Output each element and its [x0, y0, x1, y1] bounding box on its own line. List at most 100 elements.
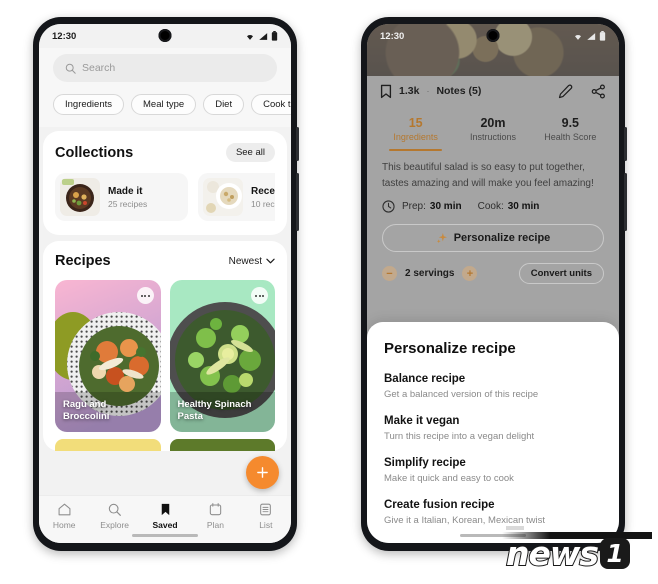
add-recipe-fab[interactable] — [246, 456, 279, 489]
plus-icon — [257, 467, 268, 478]
status-icons — [245, 31, 278, 41]
sparkle-icon — [436, 233, 447, 244]
recipe-card-peek[interactable] — [55, 439, 161, 451]
nav-item-list[interactable]: List — [241, 502, 291, 530]
option-title: Create fusion recipe — [384, 499, 495, 511]
stat-value: 9.5 — [561, 116, 580, 130]
phone-right: 12:30 1.3k · Notes (5) 15 Ingredients 20… — [361, 17, 627, 551]
option-subtitle: Make it quick and easy to cook — [384, 473, 514, 484]
decrease-servings-button[interactable]: − — [382, 266, 397, 281]
recipes-header: Recipes Newest — [55, 253, 275, 269]
tab-ingredients[interactable]: 15 Ingredients — [377, 116, 454, 151]
personalize-bottom-sheet: Personalize recipe Balance recipe Get a … — [367, 322, 619, 543]
recipes-grid: Ragu and Broccolini Healthy Spinach Past… — [55, 280, 275, 432]
gesture-bar[interactable] — [132, 534, 198, 537]
servings-value: 2 servings — [405, 268, 455, 279]
status-time: 12:30 — [52, 30, 77, 42]
more-options-icon[interactable] — [251, 287, 268, 304]
calendar-icon — [209, 503, 222, 516]
convert-units-button[interactable]: Convert units — [518, 263, 604, 284]
sort-dropdown[interactable]: Newest — [229, 256, 275, 267]
recipe-card-healthy-spinach-pasta[interactable]: Healthy Spinach Pasta — [169, 280, 275, 432]
separator-dot: · — [426, 86, 430, 96]
stat-label: Ingredients — [393, 132, 438, 142]
prep-time: Prep: 30 min — [402, 201, 462, 212]
cook-time: Cook: 30 min — [478, 201, 540, 212]
recipes-home-screen: 12:30 Search Ingredients Meal type Diet … — [39, 24, 291, 543]
collections-title: Collections — [55, 144, 134, 161]
nav-item-home[interactable]: Home — [39, 502, 89, 530]
nav-label: Saved — [152, 520, 178, 530]
screenshot-canvas: 12:30 Search Ingredients Meal type Diet … — [0, 0, 658, 584]
sheet-option-simplify-recipe[interactable]: Simplify recipe Make it quick and easy t… — [384, 457, 602, 484]
recipe-card-peek[interactable] — [169, 439, 275, 451]
search-placeholder: Search — [82, 62, 116, 74]
list-icon — [260, 503, 272, 516]
recipe-detail-screen: 12:30 1.3k · Notes (5) 15 Ingredients 20… — [367, 24, 619, 543]
recipe-card-title: Healthy Spinach Pasta — [177, 399, 252, 423]
bookmark-icon[interactable] — [380, 84, 392, 99]
recipe-stats-tabs[interactable]: 15 Ingredients 20m Instructions 9.5 Heal… — [367, 106, 619, 151]
tab-health-score[interactable]: 9.5 Health Score — [532, 116, 609, 151]
filter-chip-cook-time[interactable]: Cook time — [251, 94, 291, 115]
filter-chip-row[interactable]: Ingredients Meal type Diet Cook time — [39, 82, 291, 127]
servings-row: − 2 servings + Convert units — [367, 252, 619, 284]
notes-button[interactable]: Notes (5) — [436, 85, 481, 97]
sheet-option-make-it-vegan[interactable]: Make it vegan Turn this recipe into a ve… — [384, 415, 602, 442]
collection-item-recently-viewed[interactable]: Recently viewed 10 recipes — [198, 173, 275, 221]
collection-item-made-it[interactable]: Made it 25 recipes — [55, 173, 188, 221]
recipe-card-ragu-and-broccolini[interactable]: Ragu and Broccolini — [55, 280, 161, 432]
nav-item-saved[interactable]: Saved — [140, 502, 190, 530]
nav-item-plan[interactable]: Plan — [190, 502, 240, 530]
recipe-description: This beautiful salad is so easy to put t… — [382, 162, 594, 189]
search-input[interactable]: Search — [53, 54, 277, 82]
share-icon[interactable] — [591, 84, 606, 99]
see-all-button[interactable]: See all — [225, 143, 275, 162]
recipes-grid-next-row-peek — [55, 432, 275, 451]
clock-icon — [382, 200, 395, 213]
bookmark-icon — [161, 503, 169, 516]
search-icon — [65, 63, 76, 74]
increase-servings-button[interactable]: + — [462, 266, 478, 281]
phone-left-volume-button[interactable] — [296, 173, 299, 231]
collection-count: 10 recipes — [251, 198, 275, 209]
phone-right-power-button[interactable] — [624, 127, 627, 161]
prep-value: 30 min — [429, 201, 462, 212]
sort-label: Newest — [228, 255, 262, 267]
tab-instructions[interactable]: 20m Instructions — [454, 116, 531, 151]
phone-left-power-button[interactable] — [296, 127, 299, 161]
wifi-icon — [575, 34, 581, 40]
option-subtitle: Give it a Italian, Korean, Mexican twist — [384, 515, 546, 526]
nav-label: Explore — [100, 520, 130, 530]
filter-chip-ingredients[interactable]: Ingredients — [53, 94, 125, 115]
signal-icon — [259, 32, 268, 40]
option-subtitle: Get a balanced version of this recipe — [384, 389, 539, 400]
filter-chip-meal-type[interactable]: Meal type — [131, 94, 197, 115]
sheet-title: Personalize recipe — [384, 340, 516, 357]
recipes-title: Recipes — [55, 253, 111, 269]
chevron-down-icon — [266, 258, 275, 264]
watermark-tick — [506, 526, 524, 530]
bowl-photo-icon — [60, 178, 100, 216]
stat-label: Instructions — [469, 132, 516, 142]
phone-right-volume-button[interactable] — [624, 173, 627, 231]
phone-right-screen: 12:30 1.3k · Notes (5) 15 Ingredients 20… — [367, 24, 619, 543]
nav-item-explore[interactable]: Explore — [89, 502, 139, 530]
wifi-icon — [247, 34, 253, 40]
plate-photo-icon — [203, 178, 243, 216]
pencil-icon[interactable] — [558, 84, 573, 99]
option-title: Make it vegan — [384, 415, 460, 427]
stat-value: 20m — [480, 116, 506, 130]
cook-value: 30 min — [507, 201, 540, 212]
watermark-badge: 1 — [600, 538, 631, 569]
more-options-icon[interactable] — [136, 287, 154, 304]
sheet-option-create-fusion-recipe[interactable]: Create fusion recipe Give it a Italian, … — [384, 499, 602, 526]
option-title: Simplify recipe — [384, 457, 466, 469]
sheet-option-balance-recipe[interactable]: Balance recipe Get a balanced version of… — [384, 373, 602, 400]
watermark-badge-text: 1 — [606, 539, 624, 568]
watermark-text: news — [505, 533, 600, 574]
personalize-recipe-button[interactable]: Personalize recipe — [382, 224, 604, 252]
status-time: 12:30 — [380, 30, 405, 42]
filter-chip-diet[interactable]: Diet — [203, 94, 245, 115]
recipe-toolbar: 1.3k · Notes (5) — [367, 76, 619, 106]
